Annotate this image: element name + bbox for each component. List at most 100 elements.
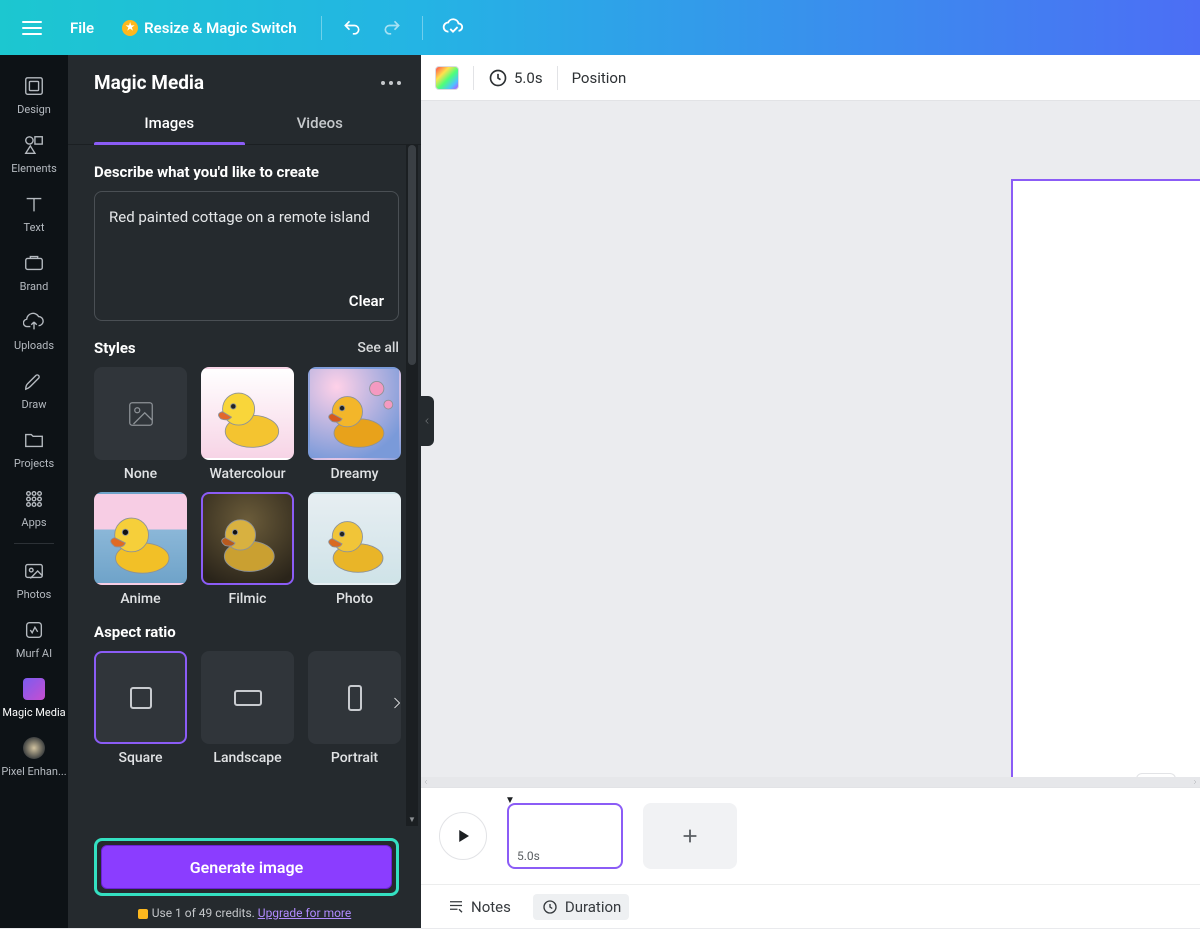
see-all-styles[interactable]: See all — [357, 340, 399, 356]
left-nav-rail: Design Elements Text Brand Uploads Draw … — [0, 55, 68, 928]
magic-media-panel: Magic Media Images Videos ▼ Describe wha… — [68, 55, 421, 928]
hscroll-right[interactable] — [1190, 777, 1200, 787]
rail-separator — [14, 543, 54, 544]
duck-illustration — [203, 367, 292, 460]
duration-button[interactable]: Duration — [533, 894, 629, 920]
scroll-down-arrow[interactable]: ▼ — [406, 815, 418, 824]
duration-control[interactable]: 5.0s — [488, 68, 543, 88]
cloud-sync-icon[interactable] — [437, 12, 469, 44]
rail-label: Pixel Enhan... — [1, 765, 66, 778]
rail-text[interactable]: Text — [0, 183, 68, 242]
top-bar: File ★ Resize & Magic Switch — [0, 0, 1200, 55]
file-menu[interactable]: File — [60, 13, 104, 43]
clock-icon — [488, 68, 508, 88]
style-label: Anime — [120, 591, 160, 607]
duck-illustration — [310, 367, 399, 460]
menu-button[interactable] — [12, 8, 52, 48]
aspect-next-button[interactable] — [387, 693, 407, 713]
style-none[interactable]: None — [94, 367, 187, 482]
styles-grid: None Watercolour — [94, 367, 399, 607]
image-placeholder-icon — [126, 399, 156, 429]
rail-magic-media[interactable]: Magic Media — [0, 668, 68, 727]
hscroll-left[interactable] — [421, 777, 431, 787]
separator — [422, 16, 423, 40]
magic-media-icon — [23, 678, 45, 700]
rail-brand[interactable]: Brand — [0, 242, 68, 301]
rail-pixel-enhance[interactable]: Pixel Enhan... — [0, 727, 68, 786]
rail-label: Apps — [21, 516, 46, 529]
rail-projects[interactable]: Projects — [0, 419, 68, 478]
redo-button[interactable] — [376, 12, 408, 44]
design-page[interactable] — [1011, 179, 1200, 803]
add-page-button[interactable] — [643, 803, 737, 869]
style-anime[interactable]: Anime — [94, 492, 187, 607]
rail-uploads[interactable]: Uploads — [0, 301, 68, 360]
aspect-landscape[interactable]: Landscape — [201, 651, 294, 766]
horizontal-scrollbar[interactable] — [421, 777, 1200, 787]
position-button[interactable]: Position — [572, 69, 627, 87]
separator — [321, 16, 322, 40]
rail-label: Photos — [17, 588, 52, 601]
upgrade-link[interactable]: Upgrade for more — [258, 906, 351, 920]
rail-label: Text — [24, 221, 45, 234]
notes-icon — [447, 898, 465, 916]
rail-elements[interactable]: Elements — [0, 124, 68, 183]
rail-label: Magic Media — [2, 706, 65, 719]
collapse-panel-handle[interactable] — [420, 396, 434, 446]
play-button[interactable] — [439, 812, 487, 860]
rail-label: Uploads — [14, 339, 54, 352]
aspect-label-text: Landscape — [213, 750, 281, 766]
style-filmic[interactable]: Filmic — [201, 492, 294, 607]
frame-duration-label: 5.0s — [517, 849, 540, 863]
aspect-square[interactable]: Square — [94, 651, 187, 766]
duration-label: Duration — [565, 898, 621, 916]
panel-scrollbar[interactable]: ▼ — [406, 145, 418, 826]
rail-label: Brand — [20, 280, 49, 293]
duck-illustration — [203, 492, 292, 585]
rail-design[interactable]: Design — [0, 65, 68, 124]
style-photo[interactable]: Photo — [308, 492, 401, 607]
aspect-label-text: Portrait — [331, 750, 378, 766]
aspect-label-text: Square — [118, 750, 162, 766]
resize-magic-switch[interactable]: ★ Resize & Magic Switch — [112, 13, 306, 43]
style-watercolour[interactable]: Watercolour — [201, 367, 294, 482]
rail-draw[interactable]: Draw — [0, 360, 68, 419]
style-label: Dreamy — [330, 466, 378, 482]
notes-button[interactable]: Notes — [439, 894, 519, 920]
rail-murf-ai[interactable]: Murf AI — [0, 609, 68, 668]
color-picker[interactable] — [435, 66, 459, 90]
timeline: ▼ 5.0s Notes Duration — [421, 787, 1200, 928]
tab-images[interactable]: Images — [94, 104, 245, 144]
playhead-marker: ▼ — [505, 795, 515, 806]
undo-button[interactable] — [336, 12, 368, 44]
aspect-label: Aspect ratio — [94, 623, 399, 641]
canvas-toolbar: 5.0s Position — [421, 55, 1200, 101]
aspect-grid: Square Landscape Portrait — [94, 651, 399, 766]
style-label: Watercolour — [209, 466, 285, 482]
clear-button[interactable]: Clear — [349, 292, 384, 310]
style-dreamy[interactable]: Dreamy — [308, 367, 401, 482]
rail-label: Elements — [11, 162, 57, 175]
generate-image-button[interactable]: Generate image — [101, 845, 392, 889]
panel-more-button[interactable] — [381, 81, 401, 85]
timeline-frame-1[interactable]: ▼ 5.0s — [507, 803, 623, 869]
rail-apps[interactable]: Apps — [0, 478, 68, 537]
duration-value: 5.0s — [514, 69, 543, 87]
prompt-text: Red painted cottage on a remote island — [109, 208, 382, 226]
rail-label: Projects — [14, 457, 54, 470]
crown-mini-icon — [138, 909, 148, 919]
resize-label: Resize & Magic Switch — [144, 19, 296, 37]
clock-icon — [541, 898, 559, 916]
scroll-thumb[interactable] — [408, 145, 416, 365]
tab-videos[interactable]: Videos — [245, 104, 396, 144]
styles-label: Styles — [94, 339, 136, 357]
describe-label: Describe what you'd like to create — [94, 163, 399, 181]
crown-icon: ★ — [122, 20, 138, 36]
prompt-input[interactable]: Red painted cottage on a remote island C… — [94, 191, 399, 321]
rail-photos[interactable]: Photos — [0, 550, 68, 609]
generate-highlight: Generate image — [94, 838, 399, 896]
rail-label: Design — [17, 103, 51, 116]
canvas-area: 5.0s Position — [421, 55, 1200, 787]
duck-illustration — [310, 492, 399, 585]
media-tabs: Images Videos — [68, 104, 421, 145]
